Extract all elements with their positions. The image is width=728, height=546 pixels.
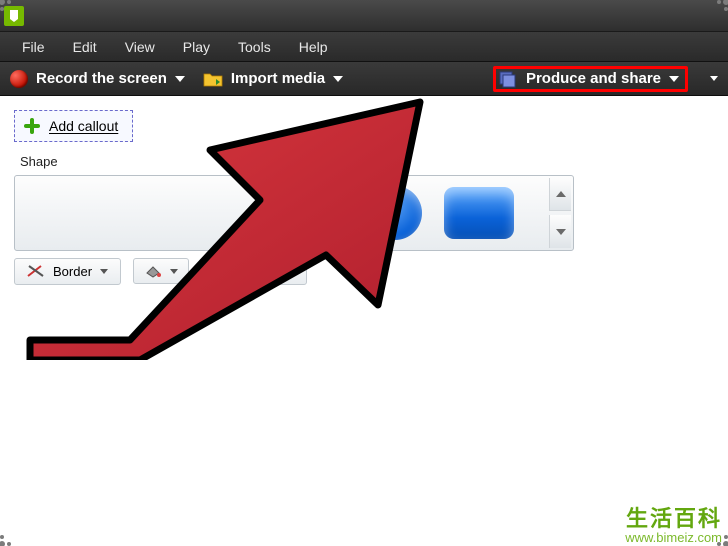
app-logo: [4, 6, 24, 26]
shape-option[interactable]: [185, 179, 269, 247]
shape-option-rect[interactable]: [437, 179, 521, 247]
shape-picker[interactable]: [14, 175, 574, 251]
produce-icon: [498, 70, 518, 88]
shape-option-circle[interactable]: [353, 179, 437, 247]
app-window: File Edit View Play Tools Help Record th…: [0, 0, 728, 546]
content-area: Add callout Shape: [0, 96, 728, 546]
rounded-rect-icon: [444, 187, 514, 239]
menu-play[interactable]: Play: [169, 35, 224, 59]
shape-options-row: Border: [14, 257, 714, 285]
effects-label: Effects: [238, 264, 278, 279]
shape-option[interactable]: [17, 179, 101, 247]
import-label: Import media: [231, 70, 325, 87]
record-screen-button[interactable]: Record the screen: [10, 70, 185, 88]
folder-import-icon: [203, 71, 223, 87]
chevron-down-icon: [100, 269, 108, 274]
menu-view[interactable]: View: [111, 35, 169, 59]
effects-icon: [214, 263, 230, 279]
border-icon: [27, 264, 45, 278]
menu-tools[interactable]: Tools: [224, 35, 285, 59]
menubar: File Edit View Play Tools Help: [0, 32, 728, 62]
chevron-down-icon: [333, 76, 343, 82]
shape-option[interactable]: [269, 179, 353, 247]
shape-scroll-down[interactable]: [549, 215, 571, 248]
shape-option[interactable]: [101, 179, 185, 247]
import-media-button[interactable]: Import media: [203, 70, 343, 87]
shape-heading: Shape: [14, 154, 714, 169]
toolbar-overflow-icon[interactable]: [710, 76, 718, 81]
fill-button[interactable]: [133, 258, 189, 284]
add-callout-button[interactable]: Add callout: [14, 110, 133, 142]
toolbar: Record the screen Import media Produce a…: [0, 62, 728, 96]
menu-help[interactable]: Help: [285, 35, 342, 59]
record-icon: [10, 70, 28, 88]
chevron-down-icon: [170, 269, 178, 274]
effects-button[interactable]: Effects: [201, 257, 307, 285]
produce-share-button[interactable]: Produce and share: [493, 66, 688, 92]
border-button[interactable]: Border: [14, 258, 121, 285]
record-label: Record the screen: [36, 70, 167, 87]
plus-icon: [23, 117, 41, 135]
menu-file[interactable]: File: [8, 35, 59, 59]
chevron-up-icon: [556, 191, 566, 197]
circle-icon: [368, 186, 422, 240]
titlebar: [0, 0, 728, 32]
shape-scroll-up[interactable]: [549, 178, 571, 211]
chevron-down-icon: [175, 76, 185, 82]
shape-section: Shape: [14, 154, 714, 285]
chevron-down-icon: [556, 229, 566, 235]
add-callout-label: Add callout: [49, 118, 118, 134]
chevron-down-icon: [669, 76, 679, 82]
watermark-title: 生活百科: [625, 506, 722, 531]
watermark: 生活百科 www.bimeiz.com: [625, 506, 722, 546]
border-label: Border: [53, 264, 92, 279]
produce-label: Produce and share: [526, 70, 661, 87]
chevron-down-icon: [286, 269, 294, 274]
fill-icon: [144, 264, 162, 278]
watermark-url: www.bimeiz.com: [625, 531, 722, 546]
menu-edit[interactable]: Edit: [59, 35, 111, 59]
